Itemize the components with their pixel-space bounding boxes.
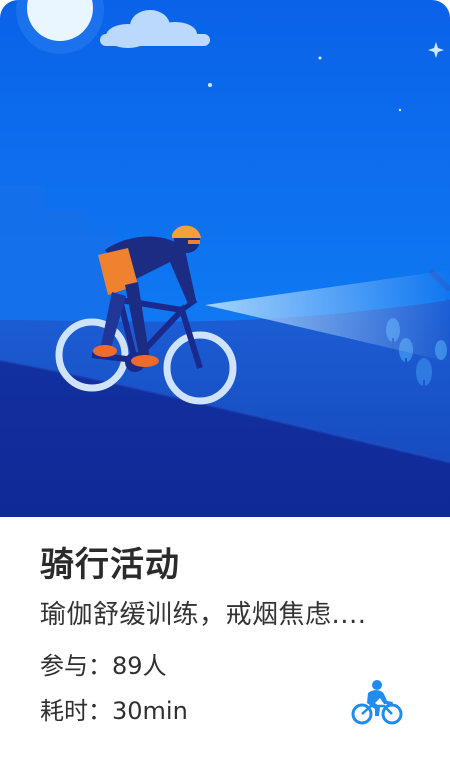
participants-count: 参与：89人 xyxy=(40,652,167,680)
cycling-illustration xyxy=(0,0,450,517)
activity-card[interactable]: 骑行活动 瑜伽舒缓训练，戒烟焦虑.... 参与：89人 耗时：30min xyxy=(0,0,450,783)
activity-duration: 耗时：30min xyxy=(40,697,188,725)
activity-description: 瑜伽舒缓训练，戒烟焦虑.... xyxy=(40,600,367,630)
card-details: 骑行活动 瑜伽舒缓训练，戒烟焦虑.... 参与：89人 耗时：30min xyxy=(0,517,450,783)
bicycle-rider-icon xyxy=(351,680,403,725)
activity-title: 骑行活动 xyxy=(40,545,180,585)
